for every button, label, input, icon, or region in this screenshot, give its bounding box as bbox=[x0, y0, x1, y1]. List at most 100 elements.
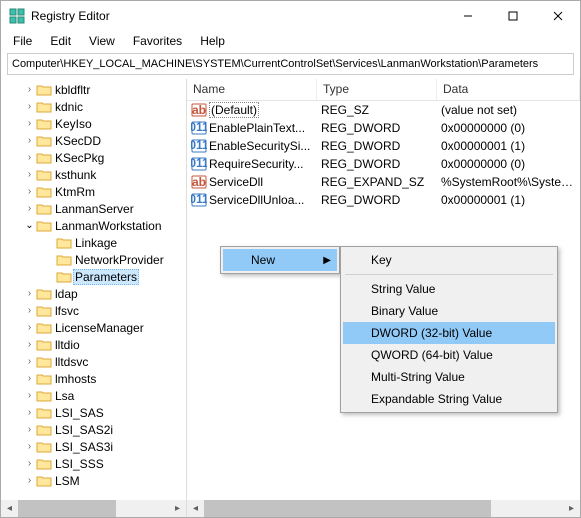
tree-item[interactable]: › KSecDD bbox=[3, 132, 186, 149]
chevron-right-icon[interactable]: › bbox=[23, 390, 36, 401]
tree-item[interactable]: › LSI_SAS3i bbox=[3, 438, 186, 455]
col-name[interactable]: Name bbox=[187, 79, 317, 100]
tree-pane[interactable]: ›kbldfltr›kdnic›KeyIso›KSecDD›KSecPkg›ks… bbox=[1, 79, 187, 517]
chevron-right-icon[interactable]: › bbox=[23, 203, 36, 214]
maximize-button[interactable] bbox=[490, 1, 535, 31]
tree-item[interactable]: ›ksthunk bbox=[3, 166, 186, 183]
folder-icon bbox=[36, 389, 52, 403]
ctx-item-key[interactable]: Key bbox=[343, 249, 555, 271]
minimize-button[interactable] bbox=[445, 1, 490, 31]
tree-item[interactable]: ›lmhosts bbox=[3, 370, 186, 387]
tree-item[interactable]: ›LSI_SAS2i bbox=[3, 421, 186, 438]
scroll-right-button[interactable]: ▸ bbox=[169, 500, 186, 517]
chevron-right-icon[interactable]: › bbox=[23, 152, 36, 163]
ctx-item-dword[interactable]: DWORD (32-bit) Value bbox=[343, 322, 555, 344]
tree-item[interactable]: ⌄LanmanWorkstation bbox=[3, 217, 186, 234]
tree-item[interactable]: Linkage bbox=[3, 234, 186, 251]
ctx-item-expand[interactable]: Expandable String Value bbox=[343, 388, 555, 410]
scroll-left-button[interactable]: ◂ bbox=[187, 500, 204, 517]
tree-item-label: kbldfltr bbox=[53, 83, 92, 97]
tree-item[interactable]: ›LSI_SSS bbox=[3, 455, 186, 472]
chevron-right-icon[interactable]: › bbox=[23, 458, 36, 469]
value-row[interactable]: EnablePlainText...REG_DWORD0x00000000 (0… bbox=[187, 119, 580, 137]
value-name: (Default) bbox=[209, 102, 259, 118]
folder-icon bbox=[36, 202, 52, 216]
chevron-right-icon[interactable]: › bbox=[23, 288, 36, 299]
ctx-item-string[interactable]: String Value bbox=[343, 278, 555, 300]
menu-view[interactable]: View bbox=[81, 32, 123, 50]
chevron-right-icon[interactable]: › bbox=[23, 322, 36, 333]
tree-item[interactable]: › LSM bbox=[3, 472, 186, 489]
chevron-right-icon[interactable]: › bbox=[23, 118, 36, 129]
ctx-item-qword[interactable]: QWORD (64-bit) Value bbox=[343, 344, 555, 366]
col-type[interactable]: Type bbox=[317, 79, 437, 100]
tree-item[interactable]: › kbldfltr bbox=[3, 81, 186, 98]
scroll-left-button[interactable]: ◂ bbox=[1, 500, 18, 517]
ctx-item-multi[interactable]: Multi-String Value bbox=[343, 366, 555, 388]
chevron-down-icon[interactable]: ⌄ bbox=[23, 220, 36, 231]
tree-item-label: KtmRm bbox=[53, 185, 97, 199]
titlebar[interactable]: Registry Editor bbox=[1, 1, 580, 31]
chevron-right-icon[interactable]: › bbox=[23, 101, 36, 112]
chevron-right-icon[interactable]: › bbox=[23, 441, 36, 452]
tree-h-scrollbar[interactable]: ◂ ▸ bbox=[1, 500, 186, 517]
tree-item[interactable]: ›KeyIso bbox=[3, 115, 186, 132]
tree-item[interactable]: ›KSecPkg bbox=[3, 149, 186, 166]
chevron-right-icon[interactable]: › bbox=[23, 84, 36, 95]
col-data[interactable]: Data bbox=[437, 79, 580, 100]
tree-item[interactable]: › KtmRm bbox=[3, 183, 186, 200]
tree-item-label: lltdio bbox=[53, 338, 82, 352]
menu-help[interactable]: Help bbox=[192, 32, 233, 50]
tree-item-label: KSecDD bbox=[53, 134, 103, 148]
tree-item-label: Lsa bbox=[53, 389, 76, 403]
ctx-item-label: DWORD (32-bit) Value bbox=[371, 326, 492, 340]
tree-item[interactable]: ›lfsvc bbox=[3, 302, 186, 319]
close-button[interactable] bbox=[535, 1, 580, 31]
menu-file[interactable]: File bbox=[5, 32, 40, 50]
folder-icon bbox=[36, 304, 52, 318]
value-row[interactable]: ServiceDllREG_EXPAND_SZ%SystemRoot%\Syst… bbox=[187, 173, 580, 191]
address-bar[interactable]: Computer\HKEY_LOCAL_MACHINE\SYSTEM\Curre… bbox=[7, 53, 574, 75]
value-row[interactable]: ServiceDllUnloa...REG_DWORD0x00000001 (1… bbox=[187, 191, 580, 209]
dword-value-icon bbox=[191, 138, 207, 154]
value-row[interactable]: (Default)REG_SZ(value not set) bbox=[187, 101, 580, 119]
scroll-right-button[interactable]: ▸ bbox=[563, 500, 580, 517]
chevron-right-icon[interactable]: › bbox=[23, 373, 36, 384]
tree-item[interactable]: ›LSI_SAS bbox=[3, 404, 186, 421]
tree-item[interactable]: › lltdio bbox=[3, 336, 186, 353]
string-value-icon bbox=[191, 102, 207, 118]
tree-item[interactable]: ›ldap bbox=[3, 285, 186, 302]
chevron-right-icon[interactable]: › bbox=[23, 407, 36, 418]
chevron-right-icon[interactable]: › bbox=[23, 475, 36, 486]
tree-item[interactable]: Parameters bbox=[3, 268, 186, 285]
chevron-right-icon[interactable]: › bbox=[23, 356, 36, 367]
chevron-right-icon[interactable]: › bbox=[23, 339, 36, 350]
context-menu-new-submenu: Key String Value Binary Value DWORD (32-… bbox=[340, 246, 558, 413]
menu-favorites[interactable]: Favorites bbox=[125, 32, 190, 50]
chevron-right-icon[interactable]: › bbox=[23, 135, 36, 146]
registry-editor-window: Registry Editor File Edit View Favorites… bbox=[0, 0, 581, 518]
value-row[interactable]: RequireSecurity...REG_DWORD0x00000000 (0… bbox=[187, 155, 580, 173]
tree-item-label: LSM bbox=[53, 474, 82, 488]
chevron-right-icon[interactable]: › bbox=[23, 305, 36, 316]
chevron-right-icon[interactable]: › bbox=[23, 186, 36, 197]
chevron-right-icon[interactable]: › bbox=[23, 169, 36, 180]
ctx-item-label: Expandable String Value bbox=[371, 392, 502, 406]
tree-item[interactable]: › kdnic bbox=[3, 98, 186, 115]
tree-item[interactable]: NetworkProvider bbox=[3, 251, 186, 268]
chevron-right-icon[interactable]: › bbox=[23, 424, 36, 435]
tree-item[interactable]: › lltdsvc bbox=[3, 353, 186, 370]
tree-item-label: lltdsvc bbox=[53, 355, 90, 369]
menu-edit[interactable]: Edit bbox=[42, 32, 79, 50]
tree-item[interactable]: ›LicenseManager bbox=[3, 319, 186, 336]
tree-item[interactable]: ›LanmanServer bbox=[3, 200, 186, 217]
tree-item[interactable]: › Lsa bbox=[3, 387, 186, 404]
menu-bar: File Edit View Favorites Help bbox=[1, 31, 580, 51]
folder-icon bbox=[36, 423, 52, 437]
value-row[interactable]: EnableSecuritySi...REG_DWORD0x00000001 (… bbox=[187, 137, 580, 155]
list-h-scrollbar[interactable]: ◂ ▸ bbox=[187, 500, 580, 517]
tree-item-label: LSI_SAS3i bbox=[53, 440, 115, 454]
ctx-item-binary[interactable]: Binary Value bbox=[343, 300, 555, 322]
tree-item-label: kdnic bbox=[53, 100, 85, 114]
ctx-item-new[interactable]: New ▶ bbox=[223, 249, 337, 271]
